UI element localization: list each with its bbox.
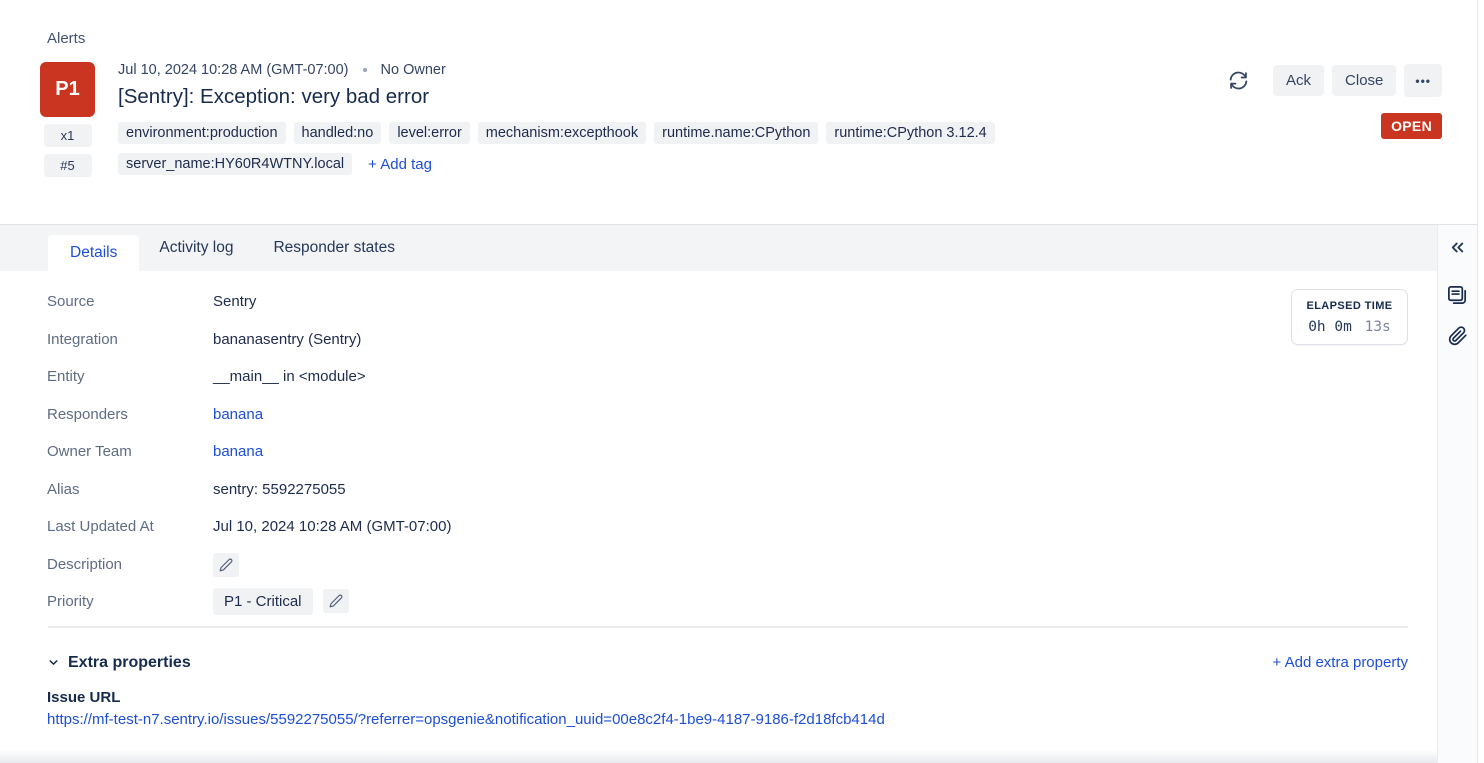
field-row-source: Source Sentry (47, 290, 1408, 313)
count-badge: x1 (44, 124, 92, 147)
ack-button[interactable]: Ack (1273, 65, 1324, 96)
tab-responder-states[interactable]: Responder states (253, 225, 415, 271)
field-label: Description (47, 556, 213, 573)
alert-timestamp: Jul 10, 2024 10:28 AM (GMT-07:00) (118, 62, 349, 78)
field-label: Priority (47, 593, 213, 610)
pencil-icon (219, 558, 233, 572)
owner-team-link[interactable]: banana (213, 443, 263, 460)
breadcrumb[interactable]: Alerts (47, 30, 85, 47)
elapsed-time-box: ELAPSED TIME 0h 0m 13s (1291, 289, 1408, 345)
field-label: Integration (47, 331, 213, 348)
tag-chip[interactable]: runtime:CPython 3.12.4 (826, 122, 994, 144)
status-badge: OPEN (1381, 113, 1442, 139)
tag-chip[interactable]: environment:production (118, 122, 286, 144)
field-row-integration: Integration bananasentry (Sentry) (47, 328, 1408, 351)
tiny-id-badge: #5 (44, 154, 92, 177)
edit-priority-button[interactable] (323, 589, 349, 613)
alert-detail-page: Alerts P1 x1 #5 Jul 10, 2024 10:28 AM (G… (0, 0, 1484, 763)
alert-title: [Sentry]: Exception: very bad error (118, 85, 995, 109)
notes-panel-button[interactable] (1446, 284, 1469, 307)
dot-separator (363, 68, 367, 72)
details-pane: ELAPSED TIME 0h 0m 13s Source Sentry Int… (0, 271, 1437, 763)
tab-details[interactable]: Details (48, 235, 139, 271)
priority-value-chip: P1 - Critical (213, 588, 313, 615)
elapsed-seconds: 13s (1365, 319, 1391, 335)
elapsed-hours: 0h (1308, 319, 1325, 335)
elapsed-minutes: 0m (1334, 319, 1351, 335)
pencil-icon (329, 594, 343, 608)
issue-url-label: Issue URL (47, 689, 1408, 706)
field-label: Entity (47, 368, 213, 385)
edit-description-button[interactable] (213, 553, 239, 577)
field-value: sentry: 5592275055 (213, 481, 346, 498)
field-row-owner-team: Owner Team banana (47, 440, 1408, 463)
tag-chip[interactable]: handled:no (294, 122, 382, 144)
add-extra-property-link[interactable]: + Add extra property (1273, 654, 1409, 671)
extra-properties-title: Extra properties (68, 654, 191, 672)
tag-chip[interactable]: mechanism:excepthook (478, 122, 646, 144)
section-divider (48, 626, 1408, 628)
double-chevron-left-icon (1448, 238, 1467, 257)
tab-activity-log[interactable]: Activity log (139, 225, 253, 271)
field-label: Last Updated At (47, 518, 213, 535)
tag-chip[interactable]: server_name:HY60R4WTNY.local (118, 153, 352, 175)
alert-header: Alerts P1 x1 #5 Jul 10, 2024 10:28 AM (G… (0, 0, 1484, 225)
tab-bar: Details Activity log Responder states (0, 225, 1437, 271)
priority-badge: P1 (40, 62, 95, 117)
scrollbar-gutter[interactable] (1477, 0, 1484, 763)
field-row-last-updated: Last Updated At Jul 10, 2024 10:28 AM (G… (47, 515, 1408, 538)
tag-chip[interactable]: runtime.name:CPython (654, 122, 818, 144)
refresh-icon[interactable] (1228, 70, 1249, 91)
alert-meta: Jul 10, 2024 10:28 AM (GMT-07:00) No Own… (118, 62, 995, 78)
field-value: bananasentry (Sentry) (213, 331, 361, 348)
paperclip-icon (1448, 326, 1468, 346)
alert-owner: No Owner (381, 62, 446, 78)
field-row-entity: Entity __main__ in <module> (47, 365, 1408, 388)
add-tag-link[interactable]: + Add tag (368, 156, 432, 173)
close-button[interactable]: Close (1332, 65, 1396, 96)
issue-url-link[interactable]: https://mf-test-n7.sentry.io/issues/5592… (47, 711, 1408, 728)
field-label: Owner Team (47, 443, 213, 460)
field-row-alias: Alias sentry: 5592275055 (47, 478, 1408, 501)
elapsed-time-value: 0h 0m 13s (1300, 319, 1399, 335)
field-value: Jul 10, 2024 10:28 AM (GMT-07:00) (213, 518, 451, 535)
tag-list: environment:production handled:no level:… (118, 122, 995, 175)
responders-link[interactable]: banana (213, 406, 263, 423)
right-rail (1437, 225, 1477, 763)
field-value: Sentry (213, 293, 256, 310)
tag-chip[interactable]: level:error (389, 122, 469, 144)
priority-column: P1 x1 #5 (40, 62, 95, 177)
field-value: __main__ in <module> (213, 368, 366, 385)
field-row-priority: Priority P1 - Critical (47, 588, 1408, 615)
more-actions-button[interactable]: ••• (1404, 64, 1442, 97)
field-label: Source (47, 293, 213, 310)
field-row-responders: Responders banana (47, 403, 1408, 426)
attachments-panel-button[interactable] (1448, 326, 1468, 346)
field-label: Responders (47, 406, 213, 423)
chevron-down-icon (47, 656, 60, 669)
collapse-panel-button[interactable] (1448, 238, 1467, 257)
notes-icon (1446, 284, 1469, 307)
scroll-fade (0, 750, 1437, 763)
field-row-description: Description (47, 553, 1408, 577)
elapsed-time-label: ELAPSED TIME (1300, 300, 1399, 312)
extra-properties-toggle[interactable]: Extra properties (47, 654, 191, 672)
field-label: Alias (47, 481, 213, 498)
